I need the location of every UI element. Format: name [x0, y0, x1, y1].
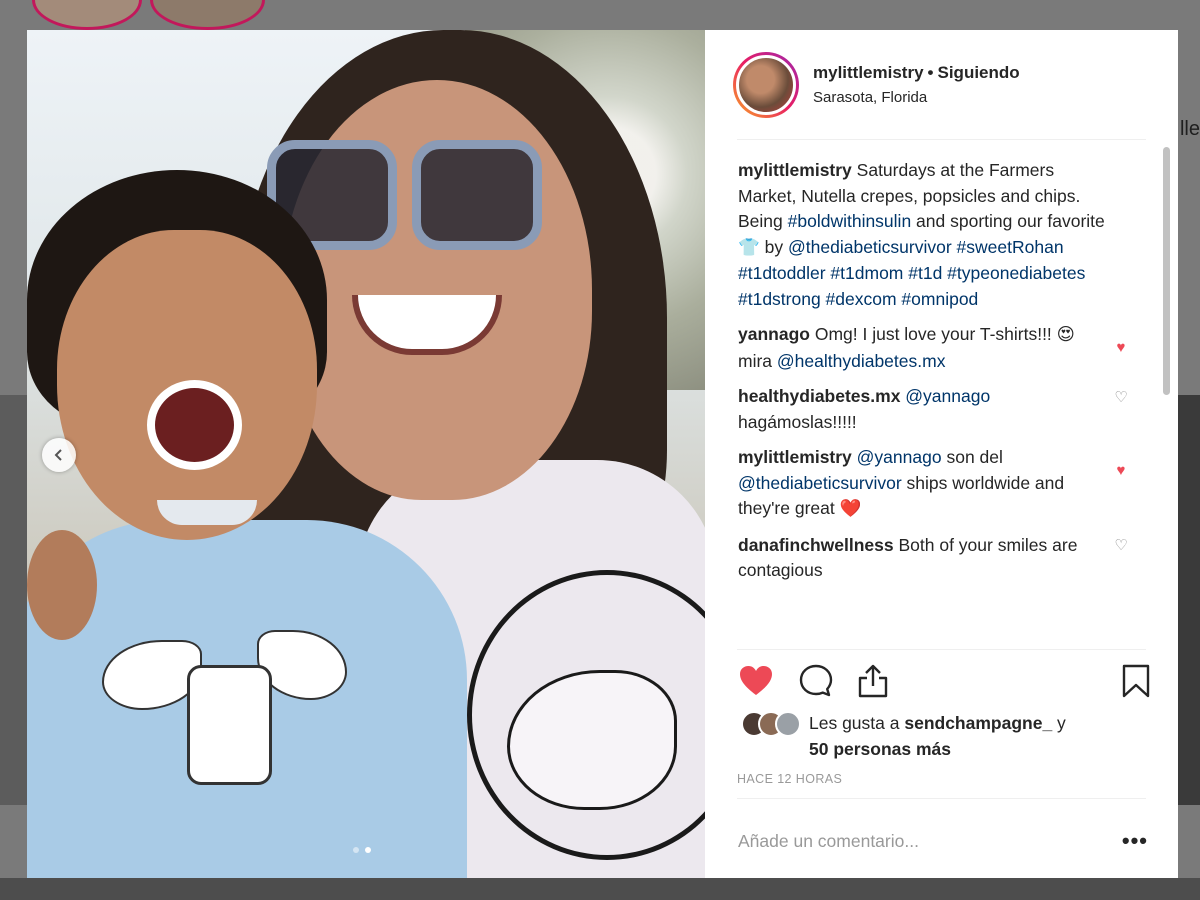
background-thumbnail — [1178, 395, 1200, 805]
mention-link[interactable]: @healthydiabetes.mx — [777, 351, 946, 371]
hashtag-links[interactable]: @thediabeticsurvivor #sweetRohan #t1dtod… — [738, 237, 1085, 309]
share-button[interactable] — [854, 662, 892, 700]
comment-username[interactable]: healthydiabetes.mx — [738, 386, 900, 406]
post-photo — [27, 30, 705, 878]
comment-like-heart-icon[interactable]: ♥ — [1112, 461, 1130, 479]
comment-item: healthydiabetes.mx @yannago hagámoslas!!… — [738, 384, 1138, 435]
carousel-indicator — [353, 847, 371, 853]
post-modal: mylittlemistry • Siguiendo Sarasota, Flori… — [27, 30, 1178, 878]
shirt-emoji: 👕 — [738, 237, 760, 258]
author-username[interactable]: mylittlemistry — [813, 63, 924, 82]
follow-status-button[interactable]: Siguiendo — [938, 63, 1020, 82]
carousel-prev-button[interactable] — [42, 438, 76, 472]
liker-username[interactable]: sendchampagne_ — [904, 713, 1052, 733]
background-thumbnail — [0, 878, 1200, 900]
carousel-dot-active — [365, 847, 371, 853]
avatar — [775, 711, 801, 737]
liker-avatars[interactable] — [741, 711, 801, 737]
comment-like-heart-icon[interactable]: ♡ — [1112, 537, 1130, 555]
caption-username[interactable]: mylittlemistry — [738, 160, 852, 180]
carousel-dot — [353, 847, 359, 853]
avatar[interactable] — [733, 51, 799, 118]
like-button[interactable] — [737, 662, 775, 700]
post-actions — [737, 662, 1150, 702]
mention-link[interactable]: @yannago — [905, 386, 990, 406]
comments-scrollbar-thumb[interactable] — [1163, 147, 1170, 395]
comment-username[interactable]: mylittlemistry — [738, 447, 852, 467]
comment-like-heart-icon[interactable]: ♡ — [1112, 388, 1130, 406]
background-text: lle — [1179, 118, 1200, 140]
mention-link[interactable]: @yannago — [857, 447, 942, 467]
chevron-left-icon — [54, 449, 62, 461]
comment-item: danafinchwellness Both of your smiles ar… — [738, 533, 1138, 584]
post-side-panel: mylittlemistry • Siguiendo Sarasota, Flori… — [705, 30, 1178, 878]
comment-item: yannago Omg! I just love your T-shirts!!… — [738, 322, 1138, 374]
heart-filled-icon — [740, 666, 772, 695]
likes-summary: Les gusta a sendchampagne_ y 50 personas… — [741, 711, 1141, 762]
share-icon — [858, 664, 888, 698]
more-options-button[interactable]: ••• — [1122, 828, 1148, 854]
comment-username[interactable]: yannago — [738, 324, 810, 344]
divider — [737, 798, 1146, 799]
post-caption: mylittlemistry Saturdays at the Farmers … — [738, 160, 1105, 309]
divider — [737, 139, 1146, 140]
post-location[interactable]: Sarasota, Florida — [813, 89, 1020, 106]
comments-list: mylittlemistry Saturdays at the Farmers … — [738, 158, 1138, 648]
comment-item: mylittlemistry @yannago son del @thediab… — [738, 445, 1138, 523]
comment-bubble-icon — [799, 664, 833, 697]
bookmark-icon — [1122, 664, 1150, 698]
post-timestamp[interactable]: HACE 12 HORAS — [737, 772, 842, 786]
background-avatar — [32, 0, 142, 30]
separator: • — [927, 63, 934, 82]
post-header: mylittlemistry • Siguiendo Sarasota, Flori… — [705, 30, 1178, 139]
comment-input[interactable] — [738, 830, 1078, 852]
comment-like-heart-icon[interactable]: ♥ — [1112, 338, 1130, 356]
comment-username[interactable]: danafinchwellness — [738, 535, 894, 555]
background-thumbnail — [0, 395, 27, 805]
mention-link[interactable]: @thediabeticsurvivor — [738, 473, 902, 493]
background-avatar — [150, 0, 265, 30]
save-button[interactable] — [1117, 662, 1155, 700]
add-comment-form: ••• — [738, 826, 1148, 856]
comment-button[interactable] — [797, 662, 835, 700]
divider — [737, 649, 1146, 650]
hashtag-link[interactable]: #boldwithinsulin — [788, 211, 912, 231]
likes-count-link[interactable]: 50 personas más — [809, 739, 951, 759]
